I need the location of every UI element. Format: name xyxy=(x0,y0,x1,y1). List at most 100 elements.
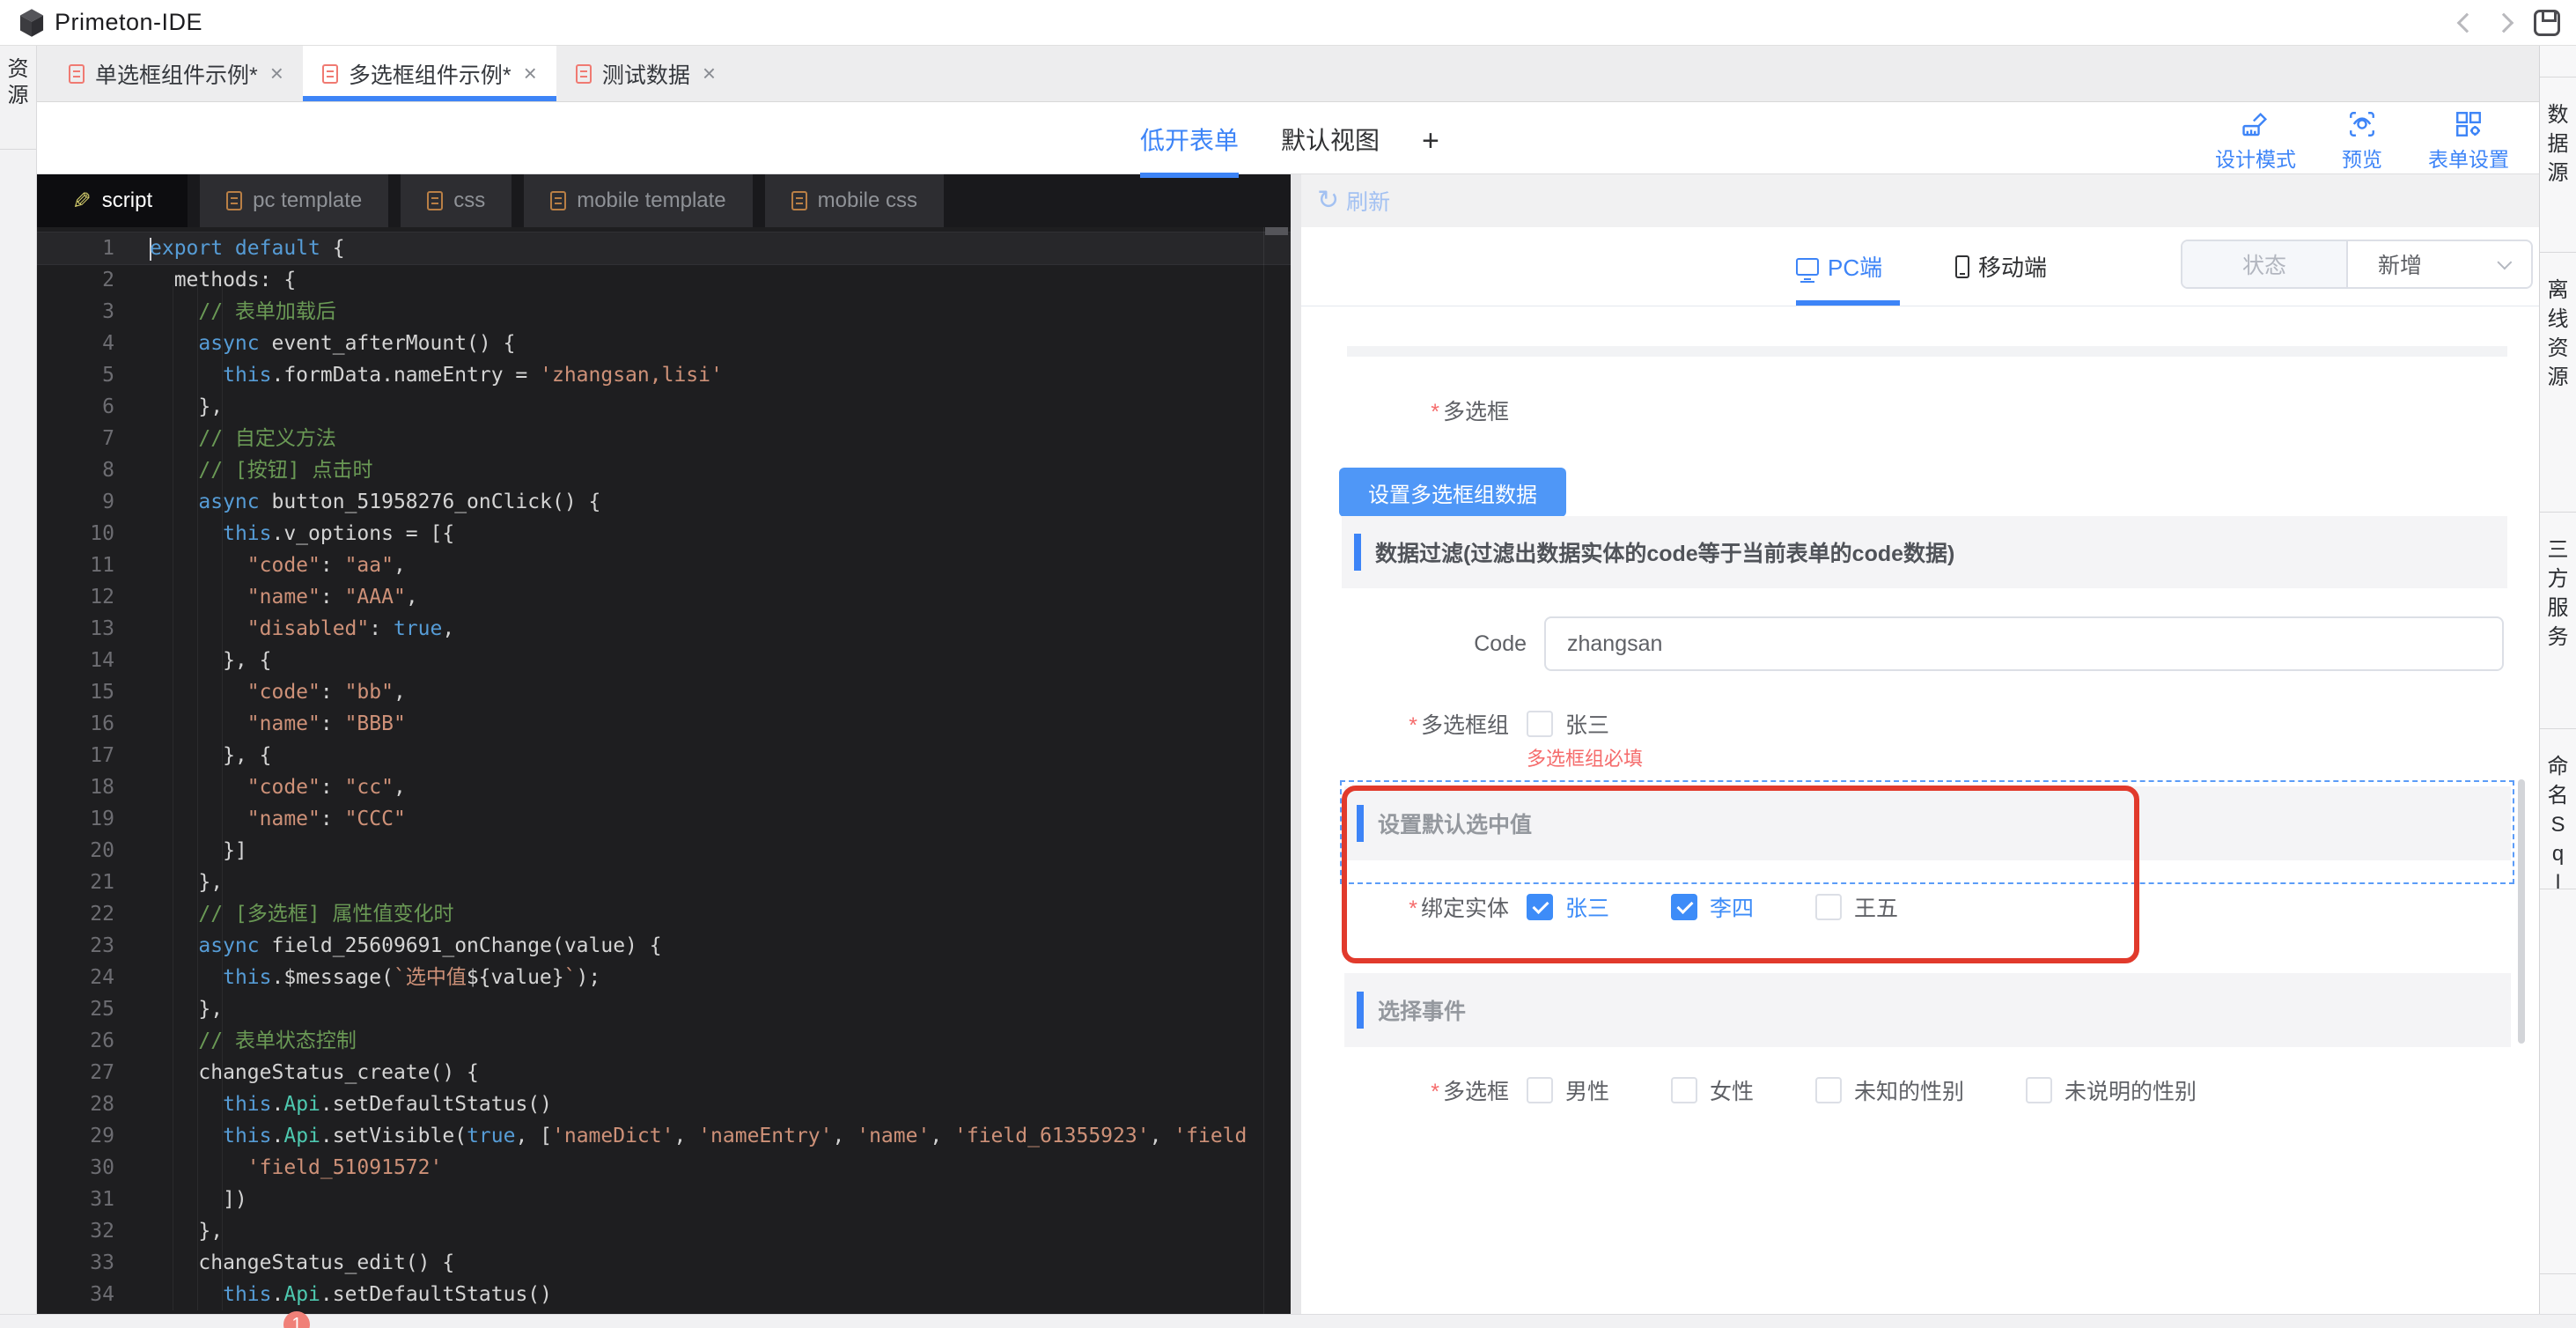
code-line: 28 this.Api.setDefaultStatus() xyxy=(37,1088,1291,1120)
code-line: 20 }] xyxy=(37,835,1291,867)
document-icon xyxy=(322,64,338,84)
chevron-down-icon xyxy=(2497,255,2512,269)
checkbox-field-row: *多选框 xyxy=(1301,395,1509,426)
section-accent-bar xyxy=(1357,805,1364,842)
status-dropdown[interactable]: 新增 xyxy=(2348,241,2531,287)
panel-scrollbar-thumb[interactable] xyxy=(2518,779,2525,1044)
form-preview-panel: ↻ 刷新 PC端 移动端 状态 新增 * xyxy=(1301,174,2539,1314)
checkbox-option[interactable]: 男性 xyxy=(1527,1074,1609,1106)
checkbox[interactable] xyxy=(1815,894,1842,920)
code-line: 14 }, { xyxy=(37,645,1291,676)
file-tab-label: 多选框组件示例* xyxy=(349,58,512,90)
editor-tab[interactable]: mobile css xyxy=(765,174,944,227)
tab-mobile[interactable]: 移动端 xyxy=(1955,250,2047,283)
code-area[interactable]: 1export default {2 methods: {3 // 表单加载后4… xyxy=(37,227,1291,1314)
checkbox-option[interactable]: 张三 xyxy=(1527,708,1609,740)
checkbox-option[interactable]: 王五 xyxy=(1815,891,1898,923)
file-tab[interactable]: 多选框组件示例* × xyxy=(303,46,556,101)
device-tab-row: PC端 移动端 状态 新增 xyxy=(1301,227,2539,306)
set-checkbox-data-button[interactable]: 设置多选框组数据 xyxy=(1339,468,1566,517)
document-icon xyxy=(69,64,85,84)
section-default-values[interactable]: 设置默认选中值 xyxy=(1344,786,2511,860)
editor-tab[interactable]: ✎script xyxy=(37,174,188,227)
group-label: 多选框组 xyxy=(1421,713,1509,738)
pencil-icon: ✎ xyxy=(72,188,92,215)
checkbox-option[interactable]: 未知的性别 xyxy=(1815,1074,1964,1106)
form-settings-icon xyxy=(2454,109,2484,139)
checkbox-option[interactable]: 未说明的性别 xyxy=(2026,1074,2197,1106)
file-tab[interactable]: 单选框组件示例*× xyxy=(49,46,303,101)
nav-back-icon[interactable] xyxy=(2457,13,2477,33)
code-line: 17 }, { xyxy=(37,740,1291,771)
sidebar-item-offline-resource[interactable]: 离 线 资 源 xyxy=(2540,253,2576,513)
code-line: 1export default { xyxy=(37,232,1291,264)
checkbox-label: 李四 xyxy=(1710,891,1754,923)
code-line: 3 // 表单加载后 xyxy=(37,296,1291,328)
app-logo-icon xyxy=(18,8,46,38)
checkbox-label: 王五 xyxy=(1854,891,1898,923)
preview-icon xyxy=(2347,109,2377,139)
editor-tab[interactable]: mobile template xyxy=(524,174,752,227)
add-view-button[interactable]: + xyxy=(1422,124,1439,167)
checkbox[interactable] xyxy=(1671,894,1697,920)
checkbox-option[interactable]: 女性 xyxy=(1671,1074,1754,1106)
section-accent-bar xyxy=(1357,992,1364,1029)
document-icon xyxy=(550,191,566,210)
section-accent-bar xyxy=(1354,534,1361,571)
code-line: 9 async button_51958276_onClick() { xyxy=(37,486,1291,518)
nav-forward-icon[interactable] xyxy=(2494,13,2514,33)
close-icon[interactable]: × xyxy=(524,60,537,87)
right-sidebar: 数 据 源离 线 资 源三 方 服 务命 名 S q l xyxy=(2539,46,2576,1314)
refresh-button[interactable]: ↻ 刷新 xyxy=(1301,174,2539,227)
sidebar-item-datasource[interactable]: 数 据 源 xyxy=(2540,77,2576,253)
editor-tab[interactable]: pc template xyxy=(200,174,388,227)
checkbox-option[interactable]: 李四 xyxy=(1671,891,1754,923)
checkbox[interactable] xyxy=(1815,1077,1842,1103)
checkbox-group: 男性 女性 未知的性别 未说明的性别 xyxy=(1527,1074,2258,1106)
bind-label: 绑定实体 xyxy=(1421,896,1509,921)
section-title: 设置默认选中值 xyxy=(1378,808,1532,839)
field-label: 多选框 xyxy=(1443,400,1509,424)
checkbox-option[interactable]: 张三 xyxy=(1527,891,1609,923)
editor-tab-label: pc template xyxy=(253,188,362,213)
code-line: 25 }, xyxy=(37,993,1291,1025)
code-input[interactable] xyxy=(1544,616,2504,671)
close-icon[interactable]: × xyxy=(270,60,283,87)
design-mode-button[interactable]: 设计模式 xyxy=(2215,109,2296,173)
code-line: 21 }, xyxy=(37,867,1291,898)
close-icon[interactable]: × xyxy=(703,60,716,87)
sidebar-item-third-party-service[interactable]: 三 方 服 务 xyxy=(2540,513,2576,729)
preview-button[interactable]: 预览 xyxy=(2342,109,2382,173)
bottom-strip xyxy=(0,1314,2576,1328)
validation-error: 多选框组必填 xyxy=(1527,743,1643,771)
gender-checkbox-row: *多选框 男性女性未知的性别未说明的性别 xyxy=(1301,1074,2258,1106)
app-title: Primeton-IDE xyxy=(55,9,202,36)
checkbox[interactable] xyxy=(1527,894,1553,920)
editor-tab-label: mobile css xyxy=(818,188,917,213)
checkbox-group: 张三 李四 王五 xyxy=(1527,891,1960,923)
form-settings-button[interactable]: 表单设置 xyxy=(2428,109,2509,173)
checkbox[interactable] xyxy=(1527,711,1553,737)
checkbox[interactable] xyxy=(1527,1077,1553,1103)
view-tab[interactable]: 默认视图 xyxy=(1281,122,1380,169)
code-line: 26 // 表单状态控制 xyxy=(37,1025,1291,1057)
section-title: 选择事件 xyxy=(1378,994,1466,1026)
refresh-icon: ↻ xyxy=(1317,188,1339,214)
editor-scrollbar-track xyxy=(1263,227,1264,1314)
sidebar-item-resources[interactable]: 资 源 xyxy=(0,46,36,150)
view-tab[interactable]: 低开表单 xyxy=(1140,122,1239,169)
code-line: 5 this.formData.nameEntry = 'zhangsan,li… xyxy=(37,359,1291,391)
save-icon[interactable] xyxy=(2534,10,2560,36)
file-tab[interactable]: 测试数据× xyxy=(556,46,735,101)
editor-scrollbar-thumb[interactable] xyxy=(1265,227,1288,235)
tab-pc[interactable]: PC端 xyxy=(1796,250,1882,283)
primeton-ide-window: Primeton-IDE 资 源 单选框组件示例*×多选框组件示例*×测试数据×… xyxy=(0,0,2576,1328)
sidebar-item-named-sql[interactable]: 命 名 S q l xyxy=(2540,729,2576,889)
checkbox-group-row: *多选框组 张三 xyxy=(1301,708,1671,740)
editor-tab[interactable]: css xyxy=(401,174,512,227)
monitor-icon xyxy=(1796,258,1819,276)
checkbox[interactable] xyxy=(1671,1077,1697,1103)
checkbox[interactable] xyxy=(2026,1077,2052,1103)
section-title: 数据过滤(过滤出数据实体的code等于当前表单的code数据) xyxy=(1375,536,1954,568)
code-line: 16 "name": "BBB" xyxy=(37,708,1291,740)
